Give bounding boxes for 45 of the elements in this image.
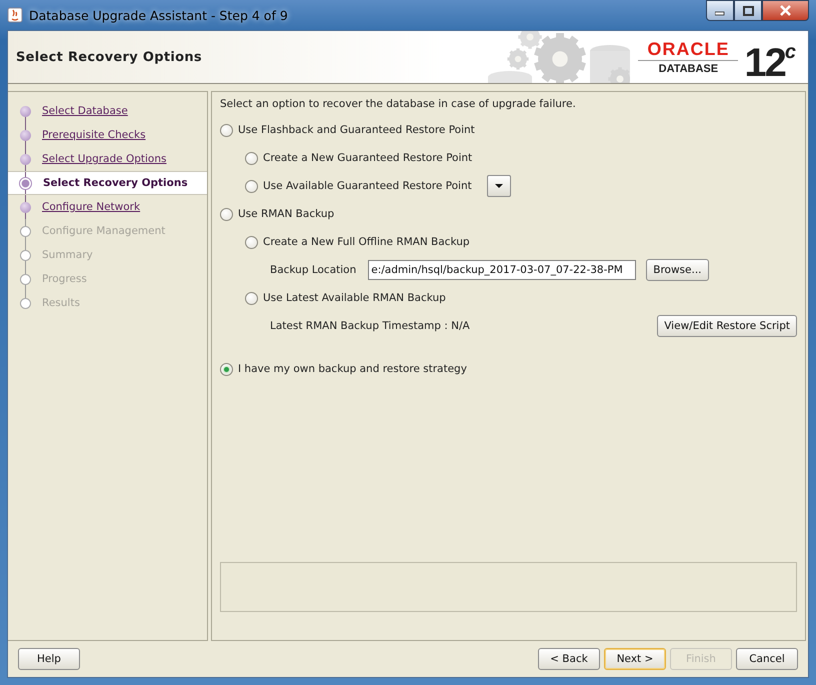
dropdown-button[interactable] — [486, 175, 511, 197]
radio-button[interactable] — [245, 180, 258, 192]
wizard-step: Results — [42, 297, 80, 309]
option-label[interactable]: I have my own backup and restore strategy — [238, 363, 467, 375]
close-icon — [780, 5, 791, 16]
option-label[interactable]: Use Available Guaranteed Restore Point — [263, 180, 472, 192]
wizard-step[interactable]: Select Upgrade Options — [42, 153, 166, 165]
page-title: Select Recovery Options — [15, 50, 202, 64]
instruction-text: Select an option to recover the database in case of upgrade failure. — [220, 98, 577, 110]
dialog-button[interactable]: < Back — [538, 648, 600, 670]
close-button[interactable] — [762, 0, 809, 21]
wizard-step: Summary — [42, 249, 93, 261]
window-title: Database Upgrade Assistant - Step 4 of 9 — [29, 8, 288, 22]
dialog-button[interactable]: Cancel — [736, 648, 798, 670]
option-label[interactable]: Use RMAN Backup — [238, 208, 334, 220]
wizard-step: Configure Management — [42, 225, 166, 237]
field-label: Backup Location — [270, 264, 356, 276]
option-label[interactable]: Use Flashback and Guaranteed Restore Point — [238, 124, 475, 136]
app-icon — [7, 7, 23, 23]
dialog-button[interactable]: Next > — [604, 648, 666, 670]
maximize-icon — [742, 6, 754, 16]
radio-button[interactable] — [245, 292, 258, 304]
caret-icon — [494, 184, 503, 188]
option-label[interactable]: Use Latest Available RMAN Backup — [263, 292, 446, 304]
restore-script-button[interactable]: View/Edit Restore Script — [657, 315, 797, 337]
radio-button[interactable] — [245, 152, 258, 164]
browse-button[interactable]: Browse... — [646, 259, 708, 281]
logo-brand: ORACLE — [647, 38, 730, 58]
wizard-step[interactable]: Configure Network — [42, 201, 140, 213]
logo-product: DATABASE — [658, 62, 718, 76]
option-label[interactable]: Create a New Full Offline RMAN Backup — [263, 236, 470, 248]
radio-button[interactable] — [220, 208, 233, 220]
dialog-button[interactable]: Help — [18, 648, 80, 670]
maximize-button[interactable] — [734, 0, 762, 21]
radio-button[interactable] — [245, 236, 258, 248]
radio-button[interactable] — [220, 124, 233, 136]
backup-location-field[interactable]: e:/admin/hsql/backup_2017-03-07_07-22-38-PM — [368, 260, 636, 280]
option-label[interactable]: Create a New Guaranteed Restore Point — [263, 152, 472, 164]
radio-button[interactable] — [220, 362, 233, 376]
minimize-button[interactable] — [706, 0, 734, 21]
wizard-step[interactable]: Select Database — [42, 105, 128, 117]
wizard-step: Progress — [42, 273, 87, 285]
logo-version: 12$^{c}$ — [744, 40, 794, 82]
timestamp-text: Latest RMAN Backup Timestamp : N/A — [270, 320, 470, 332]
wizard-step[interactable]: Prerequisite Checks — [42, 129, 146, 141]
